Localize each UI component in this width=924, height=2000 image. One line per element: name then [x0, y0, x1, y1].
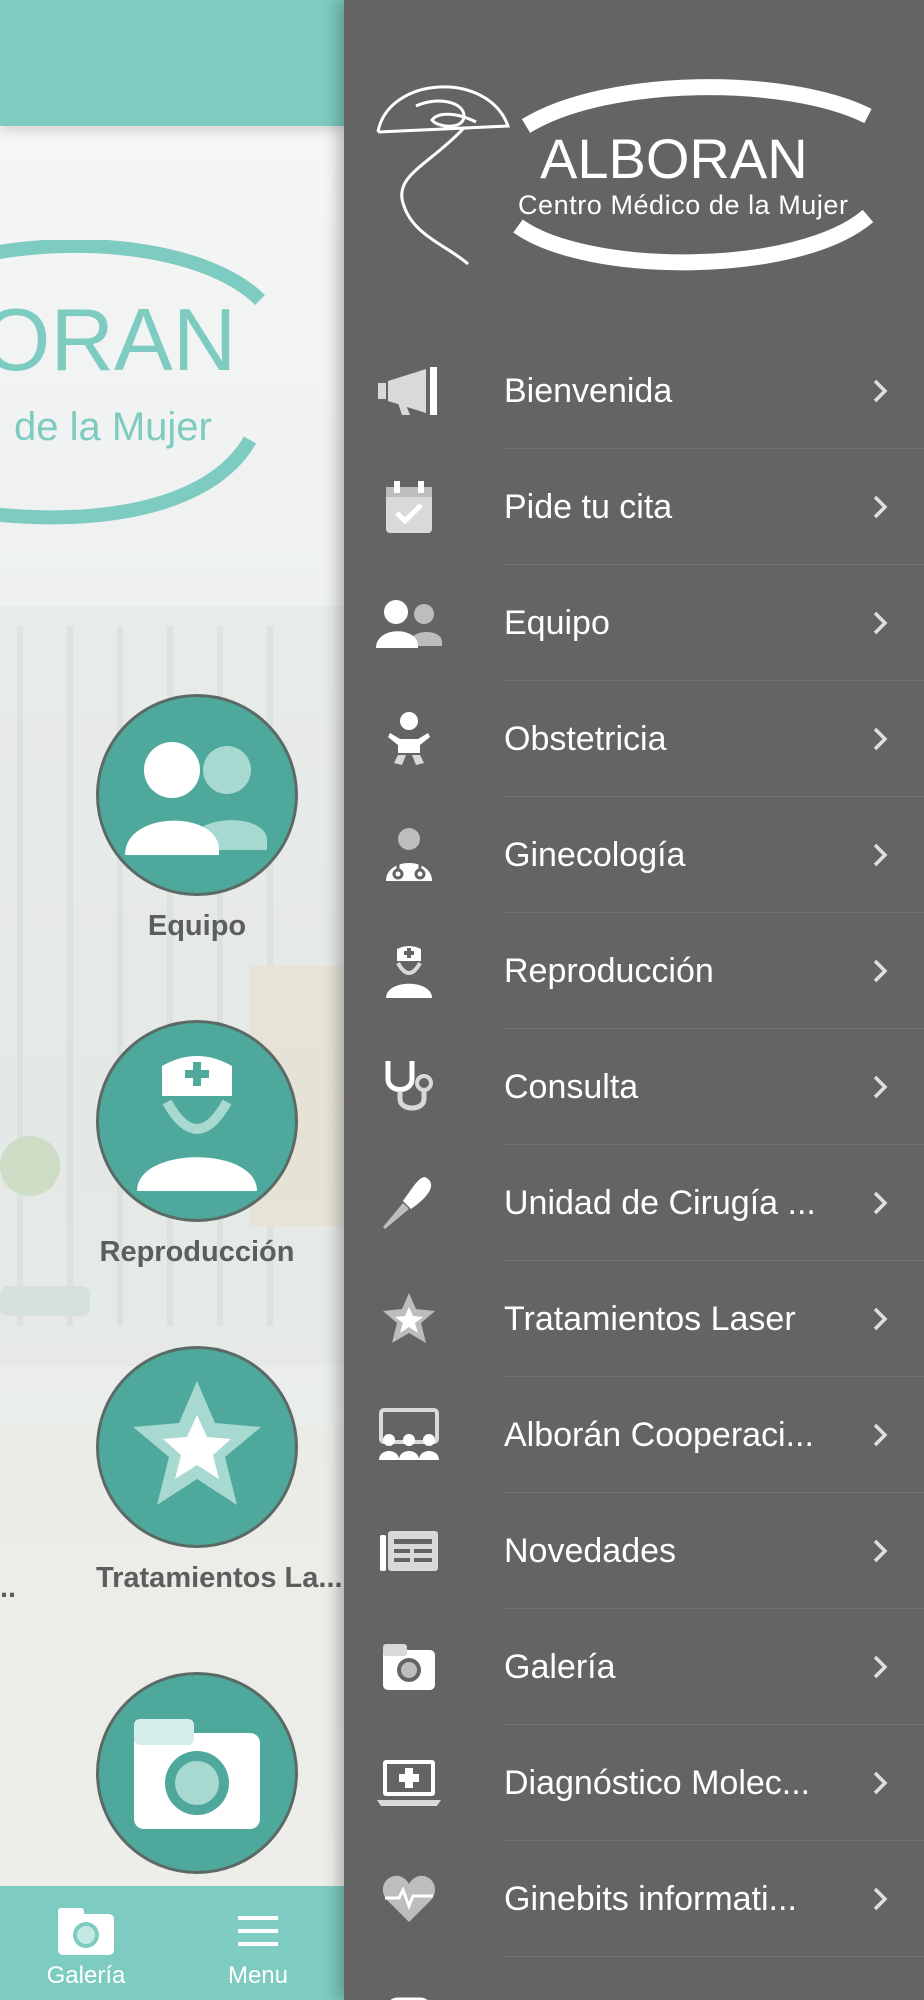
chevron-right-icon — [873, 611, 888, 635]
nurse-icon — [137, 1056, 257, 1191]
chevron-right-icon — [873, 1307, 888, 1331]
menu-item-bienvenida[interactable]: Bienvenida — [344, 333, 924, 449]
baby-icon — [374, 710, 444, 768]
menu-item-label: Equipo — [504, 604, 610, 642]
chevron-right-icon — [873, 1655, 888, 1679]
menu-item-consulta[interactable]: Consulta — [344, 1029, 924, 1145]
menu-item-equipo[interactable]: Equipo — [344, 565, 924, 681]
chevron-right-icon — [873, 379, 888, 403]
menu-item-label: Novedades — [504, 1532, 677, 1570]
home-card-reproduccion[interactable]: Reproducción — [96, 1020, 298, 1269]
drawer-menu: Bienvenida Pide tu cita Equipo Obstetric… — [344, 333, 924, 2000]
background-app: ORAN de la Mujer Equipo Reproducción Tra… — [0, 0, 344, 2000]
menu-item-reproduccion[interactable]: Reproducción — [344, 913, 924, 1029]
home-card-galeria[interactable] — [96, 1672, 298, 1874]
offscreen-card-label: .. — [0, 1572, 17, 1604]
menu-item-label: Ginebits informati... — [504, 1880, 797, 1918]
tab-label: Galería — [46, 1962, 126, 1989]
tab-menu[interactable]: Menu — [172, 1886, 344, 2000]
menu-item-pide-tu-cita[interactable]: Pide tu cita — [344, 449, 924, 565]
menu-item-tratamientos-laser[interactable]: Tratamientos Laser — [344, 1261, 924, 1377]
home-card-label: Equipo — [147, 910, 247, 942]
menu-item-obstetricia[interactable]: Obstetricia — [344, 681, 924, 797]
tab-galeria[interactable]: Galería — [0, 1886, 172, 2000]
menu-item-label: Galería — [504, 1648, 616, 1686]
background-logo-name: ORAN — [0, 290, 236, 389]
partial-icon — [374, 1986, 444, 2000]
users-icon — [374, 594, 444, 652]
menu-item-ginebits[interactable]: Ginebits informati... — [344, 1841, 924, 1957]
chevron-right-icon — [873, 727, 888, 751]
hamburger-icon — [238, 1916, 278, 1946]
home-card-tratamientos[interactable]: Tratamientos La... — [96, 1346, 343, 1595]
chevron-right-icon — [873, 495, 888, 519]
chevron-right-icon — [873, 1887, 888, 1911]
menu-item-label: Consulta — [504, 1068, 639, 1106]
stethoscope-icon — [374, 1058, 444, 1116]
tab-label: Menu — [227, 1962, 289, 1989]
chevron-right-icon — [873, 959, 888, 983]
star-badge-icon — [374, 1290, 444, 1348]
laptop-medical-icon — [374, 1754, 444, 1812]
top-app-bar — [0, 0, 344, 126]
menu-item-label: Obstetricia — [504, 720, 667, 758]
menu-item-label: Ginecología — [504, 836, 686, 874]
menu-item-ginecologia[interactable]: Ginecología — [344, 797, 924, 913]
navigation-drawer: ALBORAN Centro Médico de la Mujer Bienve… — [344, 0, 924, 2000]
newspaper-icon — [374, 1522, 444, 1580]
chevron-right-icon — [873, 1075, 888, 1099]
menu-item-alboran-cooperacion[interactable]: Alborán Cooperaci... — [344, 1377, 924, 1493]
menu-item-diagnostico-molecular[interactable]: Diagnóstico Molec... — [344, 1725, 924, 1841]
camera-icon — [374, 1638, 444, 1696]
menu-item-unidad-cirugia[interactable]: Unidad de Cirugía ... — [344, 1145, 924, 1261]
chevron-right-icon — [873, 843, 888, 867]
home-card-label: Reproducción — [99, 1236, 295, 1268]
menu-item-label: Diagnóstico Molec... — [504, 1764, 811, 1802]
nurse-icon — [374, 942, 444, 1000]
logo-name: ALBORAN — [540, 127, 808, 190]
camera-icon — [58, 1908, 114, 1955]
alboran-logo: ALBORAN Centro Médico de la Mujer — [376, 79, 874, 271]
background-logo: ORAN de la Mujer — [0, 240, 265, 525]
community-icon — [374, 1406, 444, 1464]
team-icon — [125, 742, 267, 855]
menu-item-label: Pide tu cita — [504, 488, 673, 526]
home-card-label: Tratamientos La... — [96, 1562, 343, 1594]
menu-item-label: Reproducción — [504, 952, 714, 990]
heart-pulse-icon — [374, 1870, 444, 1928]
home-card-equipo[interactable]: Equipo — [96, 694, 298, 943]
chevron-right-icon — [873, 1539, 888, 1563]
star-badge-icon — [133, 1381, 261, 1505]
menu-item-label: Alborán Cooperaci... — [504, 1416, 814, 1454]
doctor-stethoscope-icon — [374, 826, 444, 884]
bottom-tab-bar: Galería Menu — [0, 1886, 344, 2000]
scalpel-icon — [374, 1174, 444, 1232]
menu-item-label: Unidad de Cirugía ... — [504, 1184, 816, 1222]
calendar-check-icon — [374, 478, 444, 536]
megaphone-icon — [374, 362, 444, 420]
menu-item-galeria[interactable]: Galería — [344, 1609, 924, 1725]
menu-item-label: Bienvenida — [504, 372, 673, 410]
chevron-right-icon — [873, 1771, 888, 1795]
logo-tagline: Centro Médico de la Mujer — [518, 190, 848, 220]
chevron-right-icon — [873, 1423, 888, 1447]
chevron-right-icon — [873, 1191, 888, 1215]
background-logo-tagline: de la Mujer — [14, 405, 212, 449]
menu-item-partial[interactable] — [344, 1957, 924, 2000]
camera-icon — [134, 1719, 260, 1829]
menu-item-novedades[interactable]: Novedades — [344, 1493, 924, 1609]
menu-item-label: Tratamientos Laser — [504, 1300, 796, 1338]
